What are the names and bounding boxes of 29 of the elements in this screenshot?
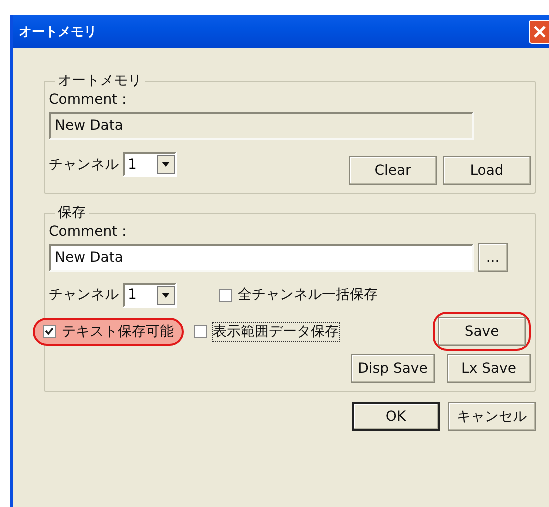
channel-dropdown[interactable]: 1 <box>123 282 177 308</box>
channel-dropdown[interactable]: 1 <box>123 152 177 177</box>
close-icon <box>534 26 546 38</box>
group-legend: 保存 <box>55 204 89 222</box>
checkbox[interactable] <box>194 325 207 338</box>
comment-field[interactable]: New Data <box>49 244 474 272</box>
action-button[interactable]: Load <box>443 156 531 185</box>
checkbox-label[interactable]: 表示範囲データ保存 <box>213 322 339 340</box>
checkbox-label[interactable]: テキスト保存可能 <box>62 322 174 340</box>
group-legend: オートメモリ <box>55 72 145 90</box>
checkbox-label[interactable]: 全チャンネル一括保存 <box>238 286 378 304</box>
dialog-button[interactable]: キャンセル <box>448 402 536 431</box>
comment-field: New Data <box>49 112 474 140</box>
channel-label: チャンネル <box>49 286 119 304</box>
window-title: オートメモリ <box>19 24 97 40</box>
save-button[interactable]: Save <box>438 317 526 346</box>
comment-label: Comment : <box>49 92 128 108</box>
checkbox[interactable] <box>43 325 56 338</box>
close-button[interactable] <box>529 20 549 44</box>
action-button[interactable]: Lx Save <box>447 354 531 383</box>
action-button[interactable]: Clear <box>349 156 437 185</box>
checkbox[interactable] <box>219 288 232 302</box>
dialog-button[interactable]: OK <box>352 402 440 431</box>
dropdown-arrow-icon <box>162 292 170 298</box>
channel-label: チャンネル <box>49 156 119 174</box>
action-button[interactable]: Disp Save <box>351 354 435 383</box>
dropdown-arrow-icon <box>162 162 170 167</box>
comment-label: Comment : <box>49 224 128 240</box>
browse-button[interactable]: ... <box>478 243 508 272</box>
